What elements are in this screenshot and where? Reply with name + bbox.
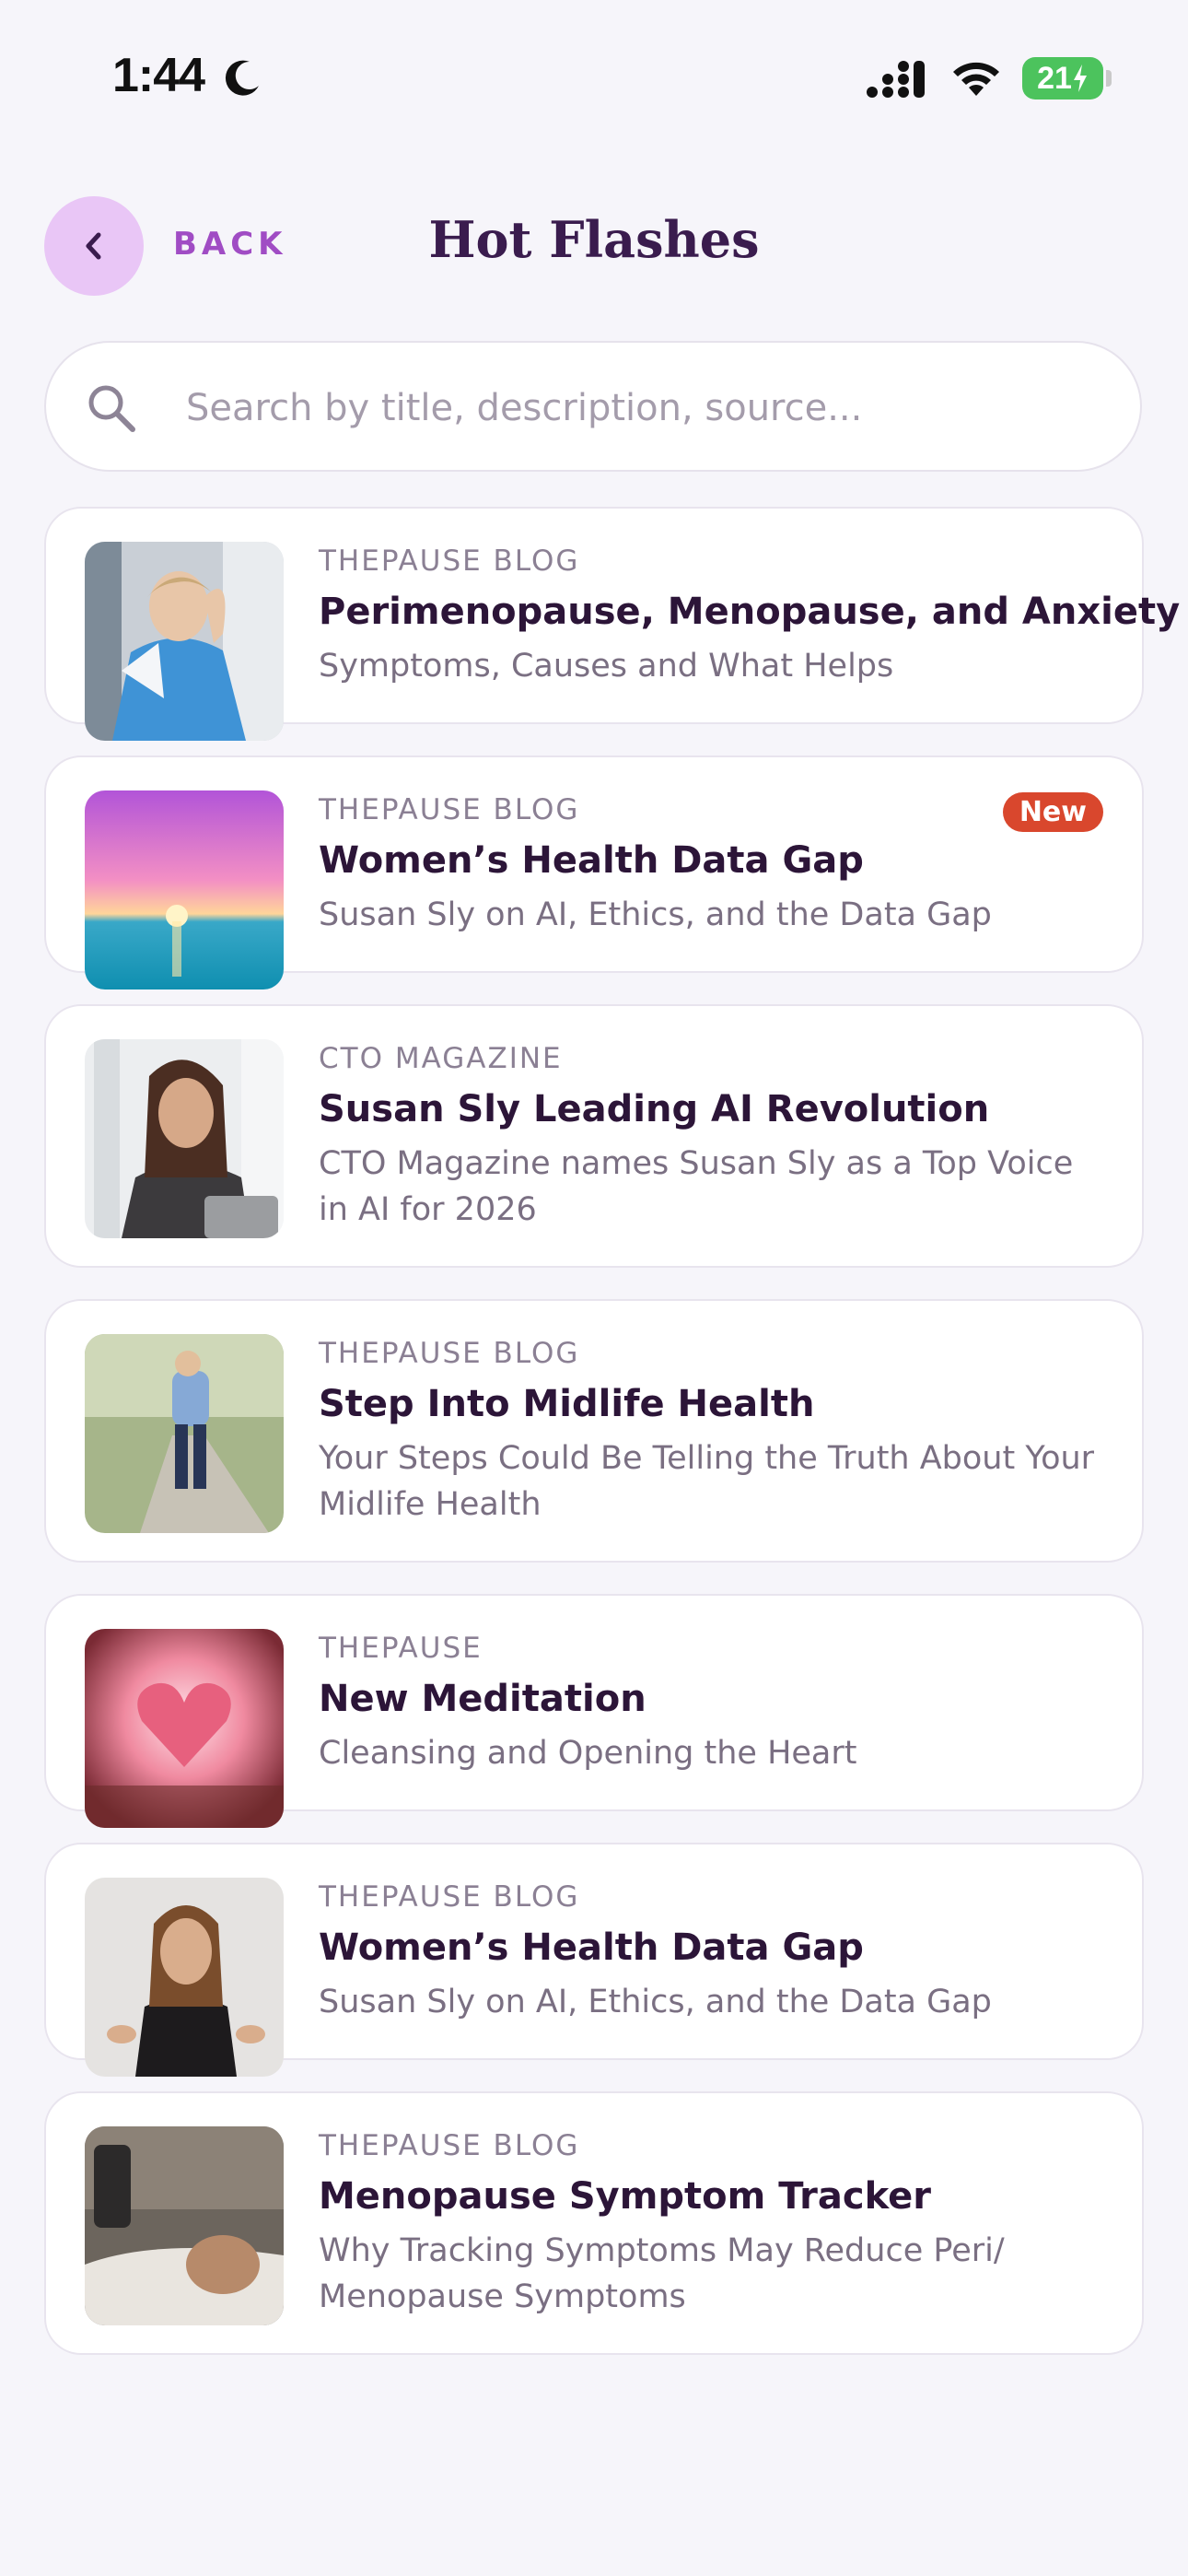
article-source: THEPAUSE BLOG bbox=[319, 1880, 580, 1914]
article-description: CTO Magazine names Susan Sly as a Top Vo… bbox=[319, 1145, 1074, 1228]
article-description: Your Steps Could Be Telling the Truth Ab… bbox=[319, 1440, 1095, 1523]
article-description: Why Tracking Symptoms May Reduce Peri/ M… bbox=[319, 2232, 1005, 2315]
battery-indicator: 21 bbox=[1022, 57, 1103, 100]
article-card[interactable]: THEPAUSE New Meditation Cleansing and Op… bbox=[44, 1594, 1144, 1828]
battery-nub bbox=[1106, 70, 1112, 87]
article-source: THEPAUSE BLOG bbox=[319, 1337, 580, 1370]
article-source: THEPAUSE bbox=[319, 1632, 483, 1665]
page-title: Hot Flashes bbox=[428, 210, 760, 269]
article-thumbnail bbox=[85, 1334, 284, 1533]
charging-bolt-icon bbox=[1073, 64, 1087, 92]
article-title: Susan Sly Leading AI Revolution bbox=[319, 1088, 990, 1130]
wifi-icon bbox=[953, 62, 999, 96]
status-bar: 1:44 21 bbox=[0, 0, 1188, 157]
search-icon bbox=[88, 385, 135, 432]
article-source: THEPAUSE BLOG bbox=[319, 2129, 580, 2162]
article-card[interactable]: CTO MAGAZINE Susan Sly Leading AI Revolu… bbox=[44, 1004, 1144, 1268]
article-title: Women’s Health Data Gap bbox=[319, 1926, 864, 1969]
moon-icon bbox=[225, 60, 259, 96]
article-source: THEPAUSE BLOG bbox=[319, 793, 580, 826]
article-title: Perimenopause, Menopause, and Anxiety bbox=[319, 591, 1181, 633]
article-description: Susan Sly on AI, Ethics, and the Data Ga… bbox=[319, 896, 992, 933]
article-description: Symptoms, Causes and What Helps bbox=[319, 648, 894, 685]
article-card[interactable]: THEPAUSE BLOG Perimenopause, Menopause, … bbox=[44, 507, 1181, 741]
article-thumbnail bbox=[85, 542, 284, 741]
search-input[interactable] bbox=[184, 380, 1109, 437]
article-thumbnail bbox=[85, 1039, 284, 1238]
article-title: Menopause Symptom Tracker bbox=[319, 2175, 931, 2218]
article-thumbnail bbox=[85, 1629, 284, 1828]
article-thumbnail bbox=[85, 1878, 284, 2077]
signal-icon bbox=[867, 61, 925, 98]
search-bar[interactable] bbox=[44, 341, 1142, 472]
article-description: Susan Sly on AI, Ethics, and the Data Ga… bbox=[319, 1984, 992, 2020]
article-card[interactable]: THEPAUSE BLOG Step Into Midlife Health Y… bbox=[44, 1299, 1144, 1563]
battery-level: 21 bbox=[1037, 60, 1072, 96]
article-card[interactable]: THEPAUSE BLOG Menopause Symptom Tracker … bbox=[44, 2091, 1144, 2355]
status-time: 1:44 bbox=[112, 49, 205, 102]
article-source: THEPAUSE BLOG bbox=[319, 544, 580, 578]
article-list: THEPAUSE BLOG Perimenopause, Menopause, … bbox=[44, 507, 1181, 2386]
article-card[interactable]: New THEPAUSE BLOG Women’s Health Data Ga… bbox=[44, 755, 1144, 989]
article-source: CTO MAGAZINE bbox=[319, 1042, 563, 1075]
article-title: New Meditation bbox=[319, 1678, 646, 1720]
article-thumbnail bbox=[85, 2126, 284, 2325]
article-title: Step Into Midlife Health bbox=[319, 1383, 815, 1425]
new-badge: New bbox=[1002, 792, 1103, 832]
article-title: Women’s Health Data Gap bbox=[319, 839, 864, 882]
article-description: Cleansing and Opening the Heart bbox=[319, 1735, 857, 1772]
article-card[interactable]: THEPAUSE BLOG Women’s Health Data Gap Su… bbox=[44, 1843, 1144, 2077]
article-thumbnail bbox=[85, 790, 284, 989]
